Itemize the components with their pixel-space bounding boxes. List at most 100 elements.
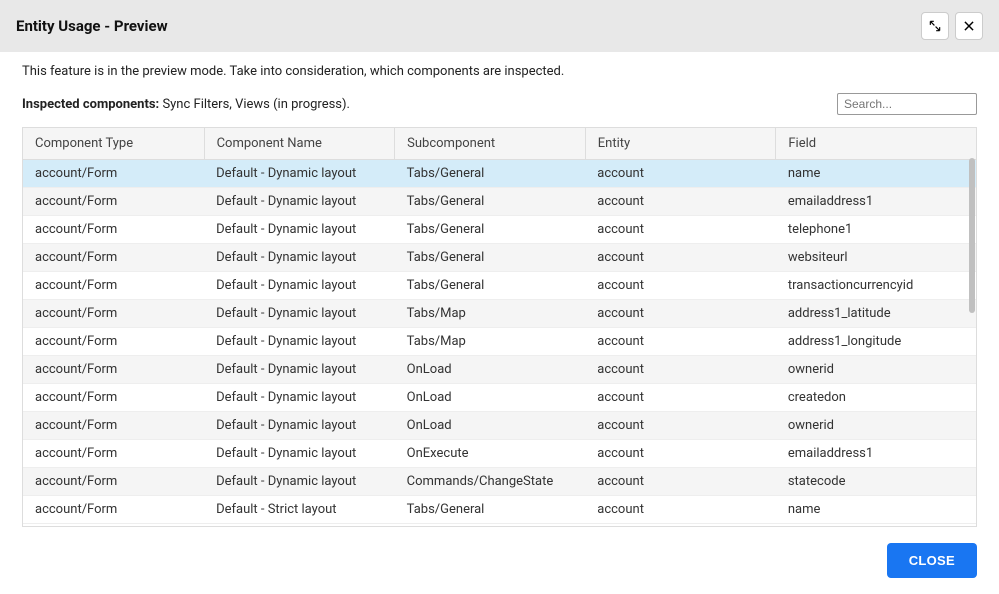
inspected-row: Inspected components: Sync Filters, View… [22, 93, 977, 115]
table-row[interactable]: account/FormDefault - Dynamic layoutOnLo… [23, 412, 976, 440]
cell-sub: Commands/ChangeState [395, 468, 586, 496]
cell-name: Default - Dynamic layout [204, 300, 395, 328]
cell-sub: Tabs/General [395, 160, 586, 188]
cell-sub: OnExecute [395, 440, 586, 468]
table-row[interactable]: account/FormDefault - Dynamic layoutTabs… [23, 244, 976, 272]
table-row[interactable]: account/FormDefault - Dynamic layoutTabs… [23, 188, 976, 216]
dialog-title: Entity Usage - Preview [16, 17, 168, 35]
cell-entity: account [585, 440, 776, 468]
cell-field: transactioncurrencyid [776, 272, 976, 300]
cell-field: name [776, 160, 976, 188]
cell-entity: account [585, 384, 776, 412]
cell-name: Default - Dynamic layout [204, 160, 395, 188]
cell-field: address1_longitude [776, 328, 976, 356]
cell-sub: Tabs/General [395, 216, 586, 244]
cell-type: account/Form [23, 440, 204, 468]
cell-entity: account [585, 468, 776, 496]
cell-field: statecode [776, 468, 976, 496]
cell-field: ownerid [776, 412, 976, 440]
cell-field: ownerid [776, 356, 976, 384]
cell-sub: Tabs/General [395, 496, 586, 524]
cell-entity: account [585, 328, 776, 356]
cell-entity: account [585, 496, 776, 524]
table-row[interactable]: account/FormDefault - Strict layoutTabs/… [23, 496, 976, 524]
cell-type: account/Form [23, 300, 204, 328]
cell-type: account/Form [23, 496, 204, 524]
entity-usage-table: Component Type Component Name Subcompone… [23, 128, 976, 524]
cell-field: createdon [776, 384, 976, 412]
close-x-button[interactable] [955, 12, 983, 40]
cell-type: account/Form [23, 188, 204, 216]
table-header-row: Component Type Component Name Subcompone… [23, 128, 976, 160]
scrollbar-track[interactable] [968, 158, 976, 526]
cell-type: account/Form [23, 356, 204, 384]
entity-usage-table-container: Component Type Component Name Subcompone… [22, 127, 977, 527]
cell-field: emailaddress1 [776, 440, 976, 468]
cell-type: account/Form [23, 272, 204, 300]
table-row[interactable]: account/FormDefault - Dynamic layoutOnLo… [23, 356, 976, 384]
cell-name: Default - Dynamic layout [204, 216, 395, 244]
table-row[interactable]: account/FormDefault - Dynamic layoutTabs… [23, 160, 976, 188]
cell-sub: OnLoad [395, 384, 586, 412]
table-row[interactable]: account/FormDefault - Dynamic layoutOnLo… [23, 384, 976, 412]
col-entity[interactable]: Entity [585, 128, 776, 160]
cell-name: Default - Dynamic layout [204, 244, 395, 272]
maximize-button[interactable] [921, 12, 949, 40]
header-controls [921, 12, 983, 40]
cell-entity: account [585, 160, 776, 188]
search-input[interactable] [837, 93, 977, 115]
inspected-value: Sync Filters, Views (in progress). [162, 97, 350, 112]
cell-sub: Tabs/Map [395, 328, 586, 356]
cell-entity: account [585, 188, 776, 216]
cell-name: Default - Dynamic layout [204, 412, 395, 440]
col-subcomponent[interactable]: Subcomponent [395, 128, 586, 160]
cell-type: account/Form [23, 328, 204, 356]
cell-entity: account [585, 412, 776, 440]
cell-name: Default - Dynamic layout [204, 328, 395, 356]
close-button[interactable]: CLOSE [887, 543, 977, 578]
cell-type: account/Form [23, 468, 204, 496]
cell-sub: OnLoad [395, 412, 586, 440]
cell-field: address1_latitude [776, 300, 976, 328]
table-row[interactable]: account/FormDefault - Dynamic layoutTabs… [23, 300, 976, 328]
close-icon [962, 19, 976, 33]
cell-field: name [776, 496, 976, 524]
cell-entity: account [585, 356, 776, 384]
cell-entity: account [585, 300, 776, 328]
cell-name: Default - Dynamic layout [204, 440, 395, 468]
inspected-components-text: Inspected components: Sync Filters, View… [22, 97, 350, 112]
cell-name: Default - Dynamic layout [204, 188, 395, 216]
cell-entity: account [585, 244, 776, 272]
dialog-body: This feature is in the preview mode. Tak… [0, 52, 999, 527]
cell-entity: account [585, 216, 776, 244]
cell-name: Default - Strict layout [204, 496, 395, 524]
cell-entity: account [585, 272, 776, 300]
cell-sub: OnLoad [395, 356, 586, 384]
cell-name: Default - Dynamic layout [204, 272, 395, 300]
cell-type: account/Form [23, 216, 204, 244]
cell-type: account/Form [23, 384, 204, 412]
cell-sub: Tabs/Map [395, 300, 586, 328]
table-row[interactable]: account/FormDefault - Dynamic layoutComm… [23, 468, 976, 496]
entity-usage-dialog: Entity Usage - Preview This feature is i… [0, 0, 999, 594]
maximize-icon [928, 19, 942, 33]
col-component-name[interactable]: Component Name [204, 128, 395, 160]
table-row[interactable]: account/FormDefault - Dynamic layoutTabs… [23, 216, 976, 244]
cell-name: Default - Dynamic layout [204, 384, 395, 412]
cell-sub: Tabs/General [395, 188, 586, 216]
cell-sub: Tabs/General [395, 244, 586, 272]
col-field[interactable]: Field [776, 128, 976, 160]
cell-type: account/Form [23, 160, 204, 188]
preview-info-text: This feature is in the preview mode. Tak… [22, 64, 977, 79]
table-row[interactable]: account/FormDefault - Dynamic layoutOnEx… [23, 440, 976, 468]
table-row[interactable]: account/FormDefault - Dynamic layoutTabs… [23, 328, 976, 356]
cell-type: account/Form [23, 244, 204, 272]
table-row[interactable]: account/FormDefault - Dynamic layoutTabs… [23, 272, 976, 300]
scrollbar-thumb[interactable] [969, 158, 975, 313]
cell-sub: Tabs/General [395, 272, 586, 300]
cell-name: Default - Dynamic layout [204, 468, 395, 496]
inspected-label: Inspected components: [22, 97, 159, 112]
col-component-type[interactable]: Component Type [23, 128, 204, 160]
cell-field: emailaddress1 [776, 188, 976, 216]
cell-name: Default - Dynamic layout [204, 356, 395, 384]
